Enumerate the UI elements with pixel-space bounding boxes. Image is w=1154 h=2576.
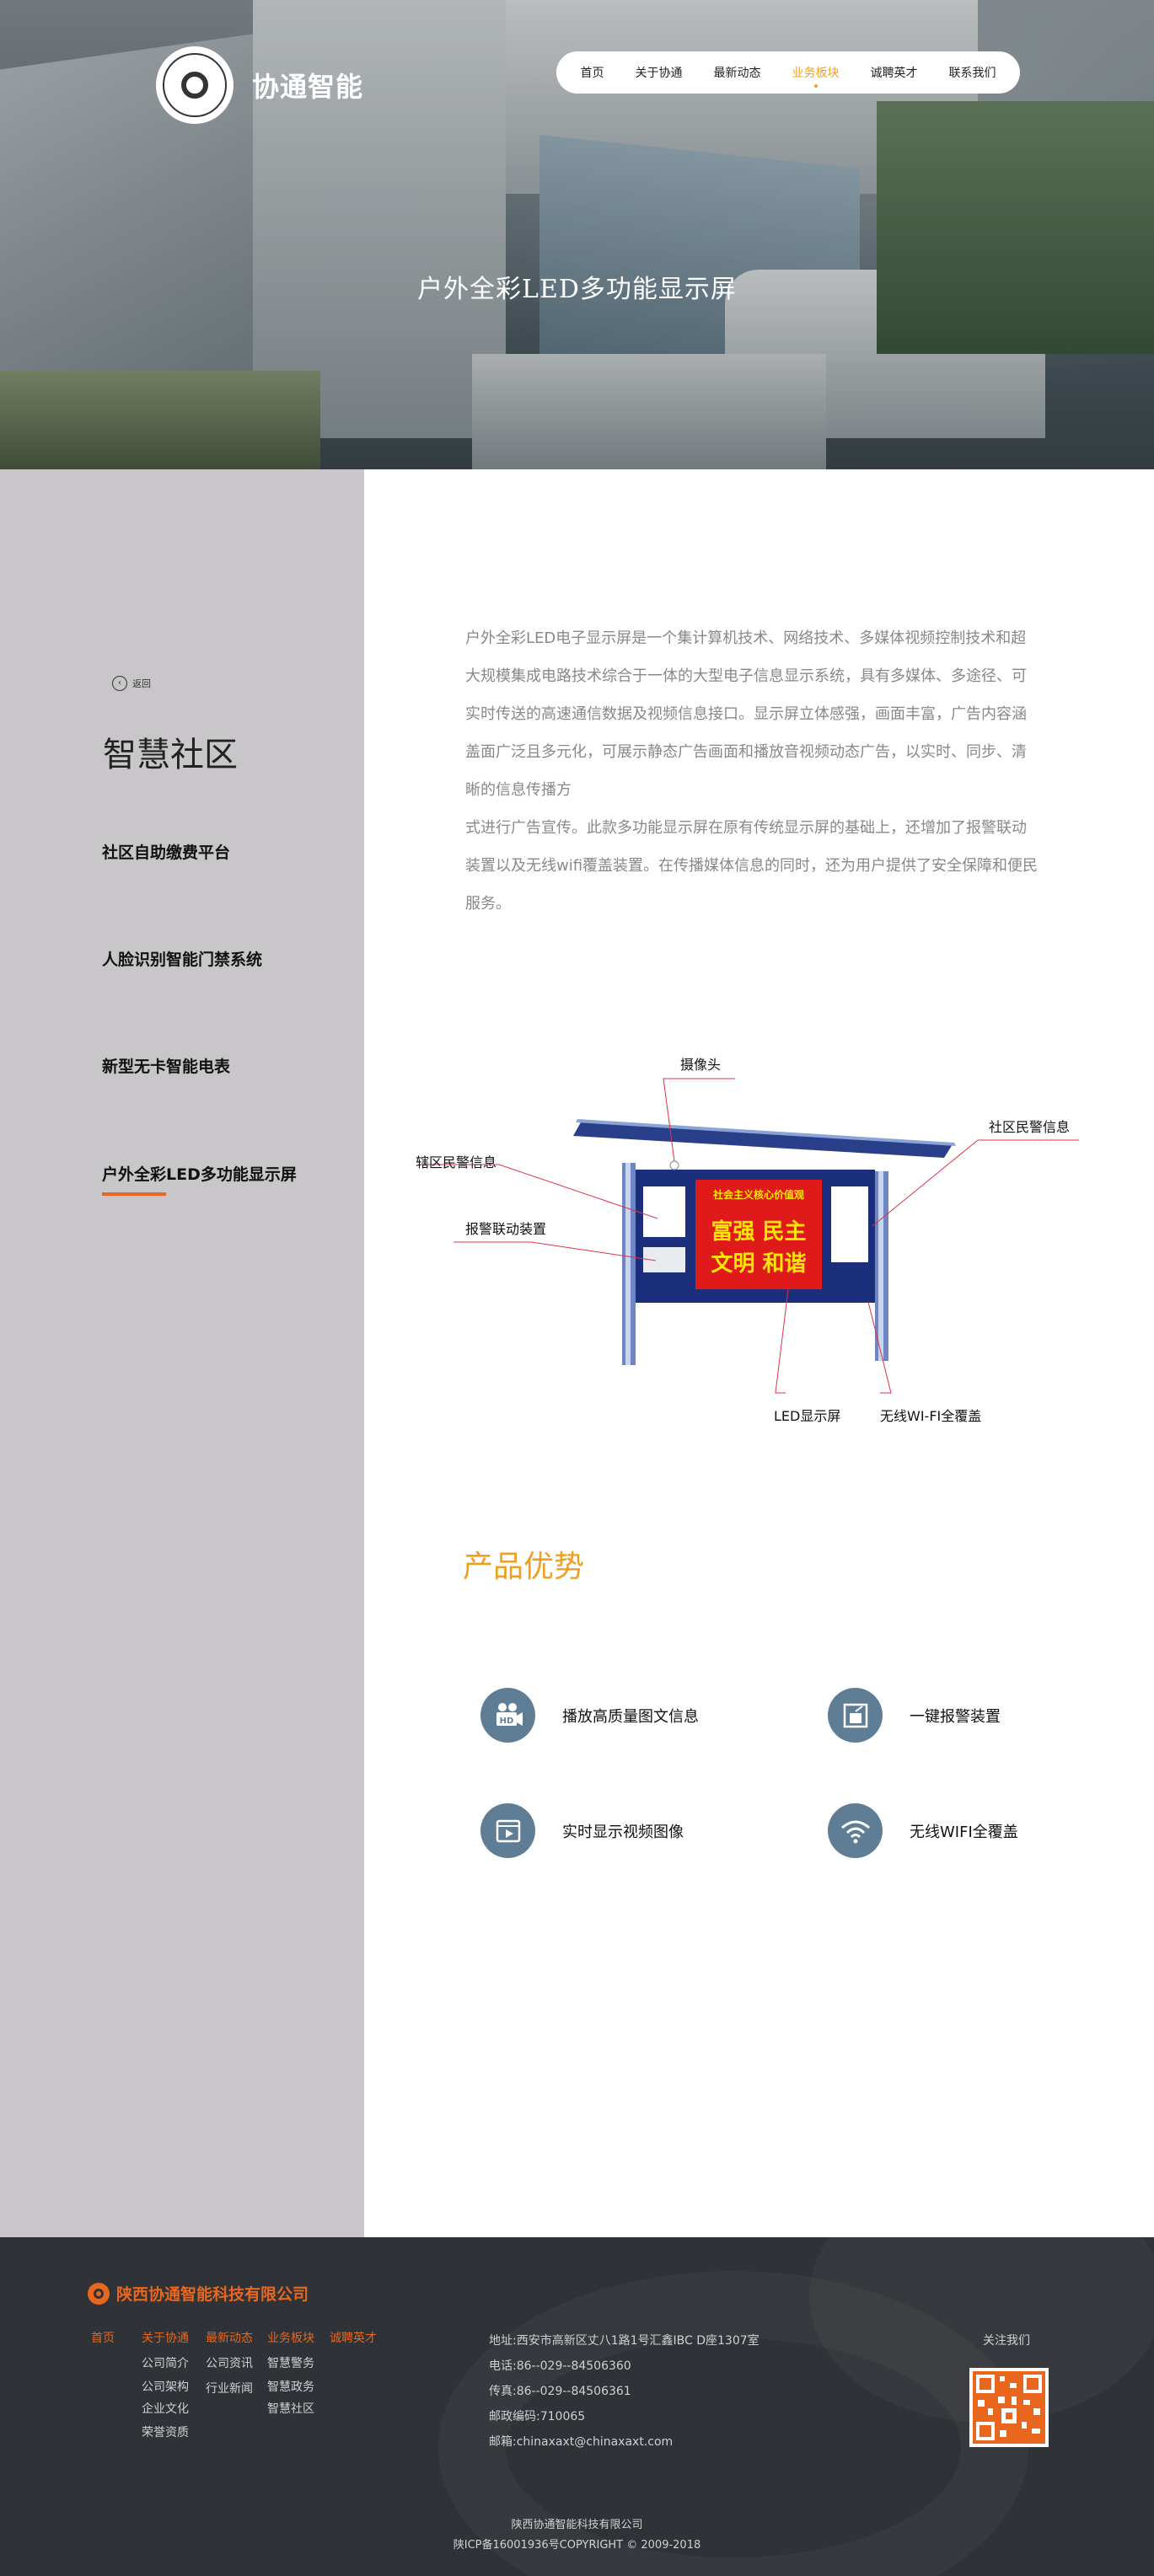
- footer-link[interactable]: 公司简介: [142, 2351, 189, 2376]
- intro-text: 户外全彩LED电子显示屏是一个集计算机技术、网络技术、多媒体视频控制技术和超大规…: [465, 619, 1041, 923]
- logo-text: 协通智能: [252, 71, 364, 103]
- svg-text:HD: HD: [499, 1716, 513, 1726]
- sidebar: ‹ 返回 智慧社区 社区自助缴费平台 人脸识别智能门禁系统 新型无卡智能电表 户…: [0, 469, 364, 2237]
- contact-fax: 传真:86--029--84506361: [489, 2385, 631, 2398]
- logo-emblem-icon: [156, 46, 233, 124]
- qr-code: [969, 2368, 1049, 2447]
- callout-line-camera: [663, 1078, 735, 1162]
- nav-item-home[interactable]: 首页: [581, 64, 604, 81]
- kiosk-post-highlight: [625, 1163, 631, 1365]
- footer-col-about: 关于协通 公司简介 公司架构 企业文化 荣誉资质: [142, 2326, 189, 2445]
- nav-item-news[interactable]: 最新动态: [714, 64, 761, 81]
- hd-camera-icon: HD: [480, 1688, 535, 1743]
- contact-phone: 电话:86--029--84506360: [489, 2359, 631, 2373]
- video-play-icon: [480, 1803, 535, 1858]
- follow-label: 关注我们: [983, 2334, 1030, 2348]
- camera-icon: [669, 1160, 679, 1170]
- sidebar-item-payment[interactable]: 社区自助缴费平台: [102, 840, 230, 863]
- active-indicator: [102, 1192, 166, 1196]
- nav-item-business[interactable]: 业务板块: [792, 64, 840, 88]
- footer-col-jobs: 诚聘英才: [330, 2326, 377, 2351]
- footer-link-home[interactable]: 首页: [91, 2326, 115, 2351]
- contact-email[interactable]: 邮箱:chinaxaxt@chinaxaxt.com: [489, 2429, 759, 2455]
- wifi-icon: [828, 1803, 883, 1858]
- screen-line-1: 富强 民主: [711, 1218, 806, 1245]
- footer-logo[interactable]: 陕西协通智能科技有限公司: [88, 2282, 309, 2305]
- footer-col-news: 最新动态 公司资讯 行业新闻: [206, 2326, 253, 2402]
- qr-code-pattern: [973, 2371, 1045, 2444]
- callout-line-led: [775, 1288, 789, 1394]
- footer-link[interactable]: 智慧社区: [267, 2398, 314, 2420]
- footer-link[interactable]: 行业新闻: [206, 2376, 253, 2402]
- footer-link[interactable]: 荣誉资质: [142, 2420, 189, 2445]
- footer-link-business[interactable]: 业务板块: [267, 2326, 314, 2351]
- chevron-left-icon: ‹: [112, 676, 127, 691]
- district-police-panel: [643, 1186, 685, 1237]
- screen-header: 社会主义核心价值观: [712, 1188, 804, 1201]
- sidebar-title: 智慧社区: [103, 736, 238, 774]
- sidebar-item-smart-meter[interactable]: 新型无卡智能电表: [102, 1054, 230, 1077]
- footer-logo-icon: [88, 2282, 110, 2305]
- footer-link-jobs[interactable]: 诚聘英才: [330, 2326, 377, 2351]
- community-police-panel: [831, 1186, 868, 1262]
- copyright: 陕西协通智能科技有限公司 陕ICP备16001936号COPYRIGHT © 2…: [0, 2515, 1154, 2556]
- sidebar-item-face-access[interactable]: 人脸识别智能门禁系统: [102, 947, 262, 970]
- main-nav: 首页 关于协通 最新动态 业务板块 诚聘英才 联系我们: [556, 51, 1020, 94]
- advantages-title: 产品优势: [463, 1550, 585, 1584]
- nav-item-contact[interactable]: 联系我们: [949, 64, 996, 81]
- footer-link-about[interactable]: 关于协通: [142, 2326, 189, 2351]
- feature-item: 实时显示视频图像: [480, 1803, 684, 1858]
- page-title: 户外全彩LED多功能显示屏: [417, 275, 737, 304]
- back-label: 返回: [132, 678, 151, 689]
- product-diagram: 社会主义核心价值观 富强 民主 文明 和谐 摄像头 社区民警信息 辖区民警信息 …: [405, 1045, 1079, 1424]
- footer-company-name: 陕西协通智能科技有限公司: [116, 2285, 309, 2304]
- hero-banner: 协通智能 首页 关于协通 最新动态 业务板块 诚聘英才 联系我们 户外全彩LED…: [0, 0, 1154, 469]
- feature-label: 实时显示视频图像: [562, 1823, 684, 1841]
- footer-link[interactable]: 智慧警务: [267, 2351, 314, 2376]
- footer-link[interactable]: 公司资讯: [206, 2351, 253, 2376]
- footer-link[interactable]: 公司架构: [142, 2376, 189, 2398]
- footer: 陕西协通智能科技有限公司 首页 关于协通 公司简介 公司架构 企业文化 荣誉资质…: [0, 2237, 1154, 2576]
- label-alarm: 报警联动装置: [465, 1221, 547, 1237]
- feature-label: 播放高质量图文信息: [562, 1707, 699, 1726]
- footer-link[interactable]: 智慧政务: [267, 2376, 314, 2398]
- footer-col-business: 业务板块 智慧警务 智慧政务 智慧社区: [267, 2326, 314, 2420]
- screen-line-2: 文明 和谐: [711, 1251, 806, 1277]
- copyright-company: 陕西协通智能科技有限公司: [511, 2519, 643, 2531]
- sidebar-item-led-display[interactable]: 户外全彩LED多功能显示屏: [102, 1162, 297, 1196]
- sidebar-item-label: 户外全彩LED多功能显示屏: [102, 1165, 297, 1184]
- contact-address: 地址:西安市高新区丈八1路1号汇鑫IBC D座1307室: [489, 2334, 759, 2348]
- intro-paragraph: 式进行广告宣传。此款多功能显示屏在原有传统显示屏的基础上，还增加了报警联动装置以…: [465, 819, 1039, 913]
- contact-postcode: 邮政编码:710065: [489, 2410, 586, 2423]
- feature-label: 无线WIFI全覆盖: [910, 1823, 1018, 1841]
- feature-label: 一键报警装置: [910, 1707, 1001, 1726]
- alarm-panel-icon: [828, 1688, 883, 1743]
- label-camera: 摄像头: [680, 1057, 722, 1073]
- nav-item-jobs[interactable]: 诚聘英才: [871, 64, 918, 81]
- site-logo[interactable]: 协通智能: [156, 46, 363, 124]
- copyright-line: 陕ICP备16001936号COPYRIGHT © 2009-2018: [453, 2539, 701, 2552]
- feature-item: HD 播放高质量图文信息: [480, 1688, 699, 1743]
- footer-link[interactable]: 企业文化: [142, 2398, 189, 2420]
- nav-item-about[interactable]: 关于协通: [636, 64, 683, 81]
- footer-link-news[interactable]: 最新动态: [206, 2326, 253, 2351]
- feature-item: 一键报警装置: [828, 1688, 1001, 1743]
- label-community-police: 社区民警信息: [989, 1119, 1071, 1135]
- kiosk-post-highlight: [878, 1171, 883, 1361]
- label-wifi: 无线WI-FI全覆盖: [880, 1408, 982, 1424]
- footer-contact: 地址:西安市高新区丈八1路1号汇鑫IBC D座1307室 电话:86--029-…: [489, 2328, 759, 2455]
- feature-item: 无线WIFI全覆盖: [828, 1803, 1018, 1858]
- label-district-police: 辖区民警信息: [416, 1154, 497, 1170]
- back-button[interactable]: ‹ 返回: [112, 676, 151, 691]
- footer-col-home: 首页: [91, 2326, 115, 2351]
- intro-paragraph: 户外全彩LED电子显示屏是一个集计算机技术、网络技术、多媒体视频控制技术和超大规…: [465, 629, 1027, 799]
- label-led: LED显示屏: [774, 1408, 841, 1424]
